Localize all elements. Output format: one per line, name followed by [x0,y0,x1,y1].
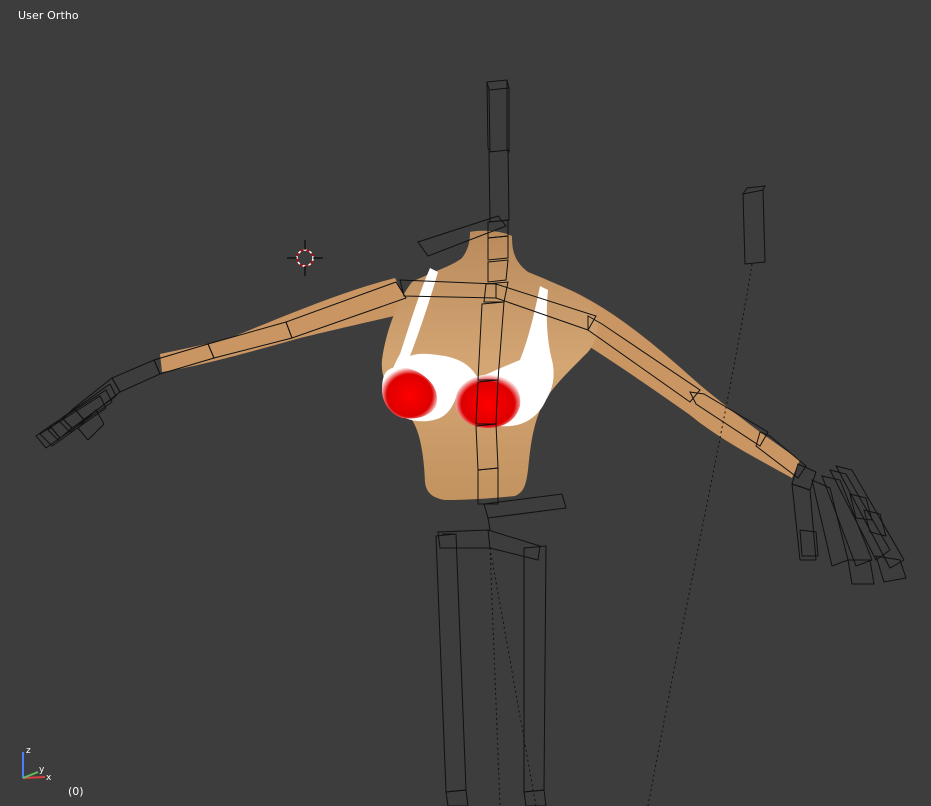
3d-viewport[interactable]: User Ortho z y x (0) [0,0,931,806]
character-mesh[interactable] [160,230,800,501]
bone-ik-target[interactable] [742,185,766,265]
bone-thigh-left[interactable] [435,533,467,793]
relationship-line-leg [489,547,537,806]
axis-gizmo-icon: z y x [22,746,52,782]
x-axis-label: x [46,773,52,782]
bone-hand-left[interactable] [35,359,161,449]
bone-shin-right[interactable] [523,789,547,806]
frame-indicator: (0) [68,785,84,798]
y-axis-label: y [39,765,45,775]
bone-hips[interactable] [483,493,567,531]
left-arm-mesh[interactable] [160,278,412,372]
3d-cursor-icon[interactable] [285,238,325,278]
bone-shin-left[interactable] [445,789,469,806]
z-axis-label: z [26,746,31,756]
relationship-line-ik [647,263,753,806]
bone-hand-right[interactable] [791,463,907,585]
scene-canvas[interactable] [0,0,931,806]
